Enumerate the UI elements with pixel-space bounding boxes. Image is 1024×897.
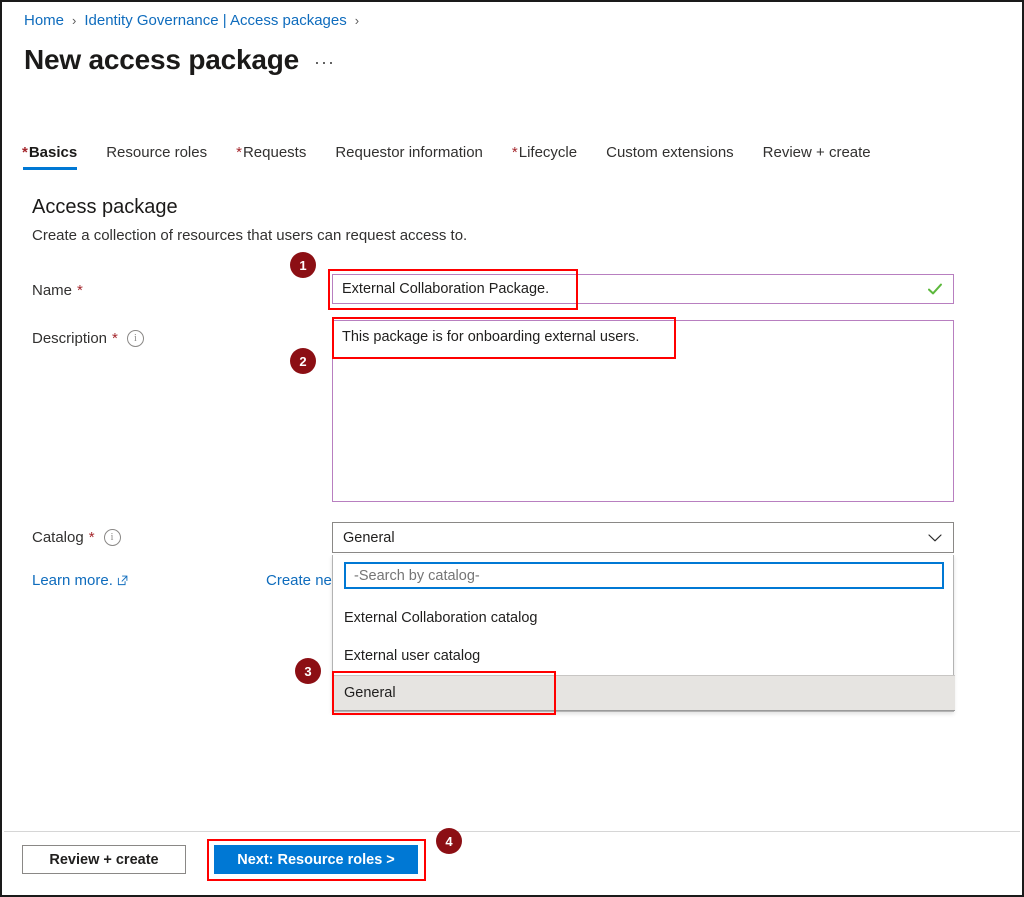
- catalog-dropdown-panel: External Collaboration catalog External …: [332, 555, 955, 712]
- catalog-option-general[interactable]: General: [333, 675, 955, 711]
- tab-lifecycle[interactable]: *Lifecycle: [512, 144, 577, 170]
- catalog-option-label: External Collaboration catalog: [344, 610, 538, 626]
- catalog-dropdown-button[interactable]: General: [332, 522, 954, 553]
- description-label-text: Description: [32, 330, 108, 347]
- breadcrumb: Home › Identity Governance | Access pack…: [24, 12, 367, 29]
- tab-basics-label: Basics: [28, 144, 78, 161]
- footer-divider: [4, 831, 1020, 832]
- breadcrumb-separator-icon-2: ›: [354, 13, 360, 28]
- create-new-label: Create ne: [266, 572, 332, 589]
- tab-basics[interactable]: *Basics: [22, 144, 78, 170]
- next-resource-roles-button[interactable]: Next: Resource roles >: [214, 845, 418, 874]
- catalog-required-star: *: [88, 529, 95, 546]
- more-options-button[interactable]: ···: [314, 52, 335, 73]
- tab-custom-extensions-label: Custom extensions: [606, 144, 734, 161]
- tab-required-star-2: *: [236, 144, 242, 161]
- breadcrumb-item-identity-governance[interactable]: Identity Governance | Access packages: [84, 12, 346, 29]
- tab-custom-extensions[interactable]: Custom extensions: [606, 144, 734, 170]
- review-create-button[interactable]: Review + create: [22, 845, 186, 874]
- catalog-label: Catalog * i: [32, 529, 121, 546]
- learn-more-label: Learn more.: [32, 572, 113, 589]
- catalog-option-label: General: [344, 685, 396, 701]
- breadcrumb-separator-icon: ›: [72, 13, 77, 28]
- tab-resource-roles-label: Resource roles: [106, 144, 208, 161]
- tab-requestor-information-label: Requestor information: [335, 144, 483, 161]
- tab-required-star-3: *: [511, 144, 518, 161]
- name-input[interactable]: [332, 274, 954, 304]
- annotation-badge-3: 3: [295, 658, 321, 684]
- tab-resource-roles[interactable]: Resource roles: [106, 144, 207, 170]
- name-required-star: *: [77, 282, 83, 299]
- breadcrumb-item-home[interactable]: Home: [24, 12, 64, 29]
- annotation-badge-2: 2: [290, 348, 316, 374]
- tab-review-create-label: Review + create: [762, 144, 871, 161]
- annotation-badge-1: 1: [290, 252, 316, 278]
- info-icon[interactable]: i: [126, 330, 144, 347]
- create-new-link[interactable]: Create ne: [266, 572, 332, 589]
- section-subtitle: Create a collection of resources that us…: [32, 227, 468, 244]
- description-textarea[interactable]: [332, 320, 954, 502]
- chevron-down-icon: [928, 533, 942, 541]
- catalog-option-external-user-catalog[interactable]: External user catalog: [333, 637, 955, 675]
- azure-portal-new-access-package-screen: Home › Identity Governance | Access pack…: [0, 0, 1024, 897]
- tab-required-star: *: [22, 144, 28, 161]
- catalog-option-external-collaboration-catalog[interactable]: External Collaboration catalog: [333, 599, 955, 637]
- tab-review-create[interactable]: Review + create: [763, 144, 871, 170]
- tab-requestor-information[interactable]: Requestor information: [335, 144, 483, 170]
- catalog-search-input[interactable]: [344, 562, 944, 589]
- wizard-tabs: *Basics Resource roles *Requests Request…: [22, 144, 900, 170]
- section-title: Access package: [32, 196, 178, 218]
- tab-requests-label: Requests: [242, 144, 307, 161]
- tab-requests[interactable]: *Requests: [236, 144, 306, 170]
- learn-more-link[interactable]: Learn more.: [32, 572, 128, 589]
- catalog-option-label: External user catalog: [344, 648, 481, 664]
- description-required-star: *: [112, 330, 118, 347]
- external-link-icon: [117, 575, 128, 586]
- catalog-label-text: Catalog: [32, 529, 84, 546]
- info-icon-catalog[interactable]: i: [103, 529, 121, 546]
- catalog-selected-value: General: [343, 529, 395, 546]
- tab-lifecycle-label: Lifecycle: [518, 144, 578, 161]
- name-label: Name *: [32, 282, 83, 299]
- page-title: New access package: [24, 44, 300, 75]
- description-label: Description * i: [32, 330, 144, 347]
- name-label-text: Name: [32, 282, 73, 299]
